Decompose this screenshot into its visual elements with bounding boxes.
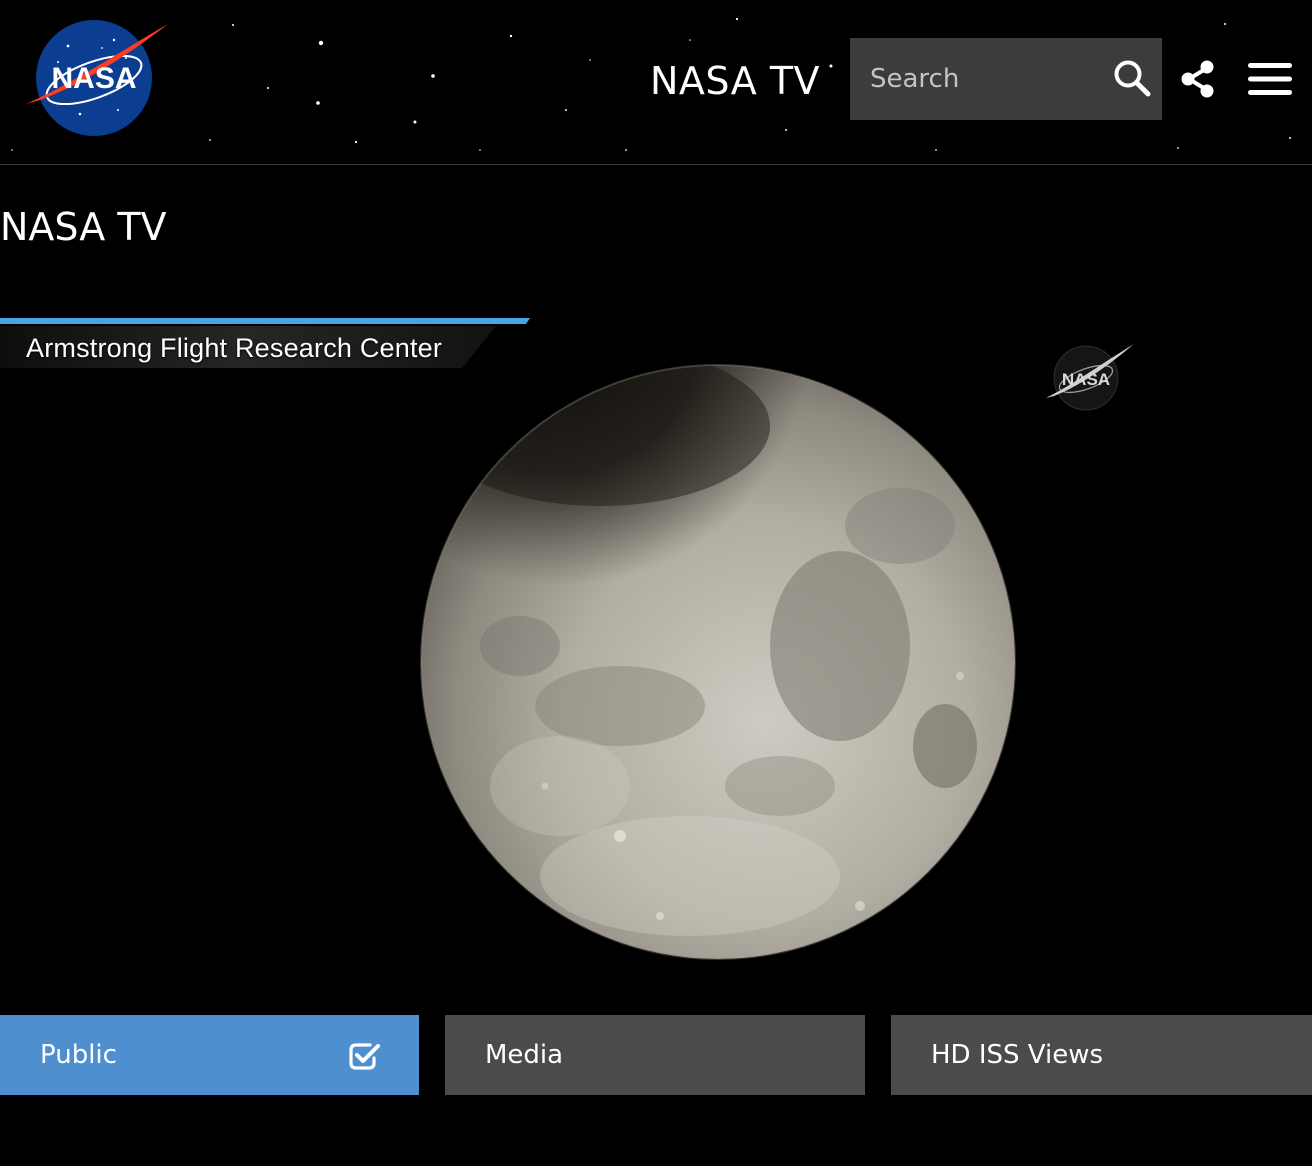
lower-third-text: Armstrong Flight Research Center — [26, 333, 443, 363]
site-header: NASA NASA TV — [0, 0, 1312, 165]
moon — [421, 365, 1015, 959]
tab-public[interactable]: Public — [0, 1015, 419, 1095]
tab-label: HD ISS Views — [931, 1040, 1104, 1070]
lower-third-accent — [0, 318, 530, 324]
header-title[interactable]: NASA TV — [650, 58, 820, 104]
check-square-icon — [349, 1043, 380, 1070]
hamburger-menu-icon[interactable] — [1246, 62, 1294, 96]
logo-text: NASA — [51, 62, 136, 95]
tab-media[interactable]: Media — [445, 1015, 865, 1095]
search-input[interactable] — [850, 38, 1100, 120]
share-icon[interactable] — [1180, 60, 1216, 98]
video-frame — [0, 318, 1016, 960]
page-title: NASA TV — [0, 205, 167, 249]
search-icon[interactable] — [1112, 58, 1152, 98]
video-player[interactable]: Armstrong Flight Research Center NASA — [0, 316, 1312, 1006]
tab-hd-iss-views[interactable]: HD ISS Views — [891, 1015, 1312, 1095]
nasa-logo[interactable]: NASA — [22, 18, 172, 142]
tab-label: Public — [40, 1040, 117, 1070]
nasa-watermark-logo: NASA — [1046, 344, 1134, 411]
tab-label: Media — [485, 1040, 564, 1070]
search-box — [850, 38, 1162, 120]
channel-tabs: Public Media HD ISS Views — [0, 1015, 1312, 1095]
watermark-text: NASA — [1062, 370, 1110, 389]
